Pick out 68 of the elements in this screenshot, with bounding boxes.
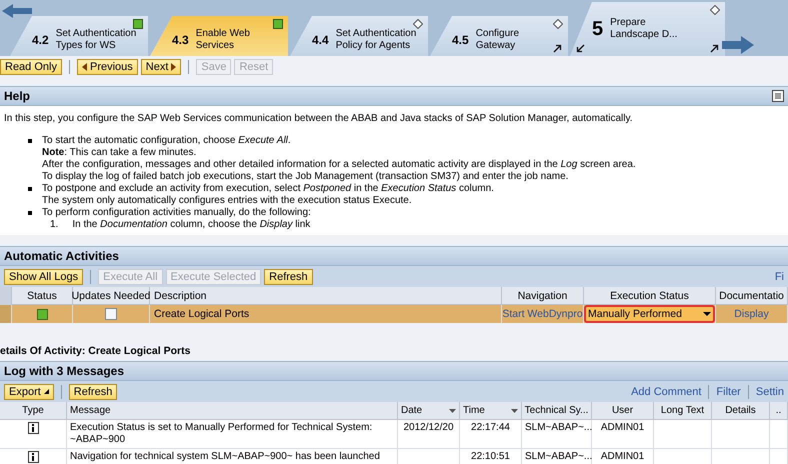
column-header: Description [150,287,502,305]
step-number: 1. [50,219,58,231]
column-header: Technical Sy... [522,402,592,420]
column-header: Navigation [502,287,584,305]
help-text: After the configuration, messages and other detailed information for a selected automatic activity are displayed in the Log screen area. [42,159,636,171]
dropdown-caret-icon [703,312,711,316]
next-button[interactable]: Next [140,59,182,75]
table-cell: Create Logical Ports [150,305,502,323]
empty-cell [654,420,712,449]
table-cell: SLM~ABAP~... [522,420,592,449]
status-dropdown[interactable]: Manually Performed [584,305,715,323]
table-cell: Execution Status is set to Manually Performed for Technical System: ~ABAP~900 [67,420,398,449]
panel-title: Automatic Activities [4,249,119,263]
table-cell: ADMIN01 [592,420,654,449]
column-header: .. [770,402,788,420]
column-header: Type [0,402,67,420]
bullet-icon [28,211,32,215]
toolbar-button[interactable]: Refresh [68,384,118,400]
table-cell: Navigation for technical system SLM~ABAP~900~ has been launched [67,449,398,464]
row-selector[interactable] [0,305,12,323]
help-text: In this step, you configure the SAP Web Services communication between the ABAB and Java stacks of SAP Solution Manager, automatically. [4,113,634,125]
toolbar-button[interactable]: Read Only [0,59,62,75]
info-icon [28,422,38,434]
back-arrow-icon[interactable] [2,4,32,18]
help-text: Note: This can take a few minutes. [42,147,198,159]
column-header: Message [67,402,398,420]
column-header: Documentatio [716,287,788,305]
column-header: Updates Needed [73,287,150,305]
document-icon [772,90,784,102]
help-text: The system only automatically configures entries with the execution status Execute. [42,195,413,207]
table-cell: ADMIN01 [592,449,654,464]
column-title: Time [463,405,485,416]
toolbar-button[interactable]: Show All Logs [4,268,84,284]
column-title: Date [401,405,422,416]
checkbox[interactable] [105,308,117,320]
section-title: etails Of Activity: Create Logical Ports [0,344,192,357]
caret-icon [171,63,176,71]
table-cell: 2012/12/20 [398,420,460,449]
bullet-icon [28,187,32,191]
help-text: To perform configuration activities manually, do the following: [42,207,311,219]
info-icon [28,451,38,463]
column-header: Long Text [654,402,712,420]
column-header: Execution Status [584,287,716,305]
toolbar-link[interactable]: Filter [716,386,741,398]
toolbar-link[interactable]: Add Comment [631,386,702,398]
toolbar-button[interactable]: Refresh [264,268,313,284]
table-cell: SLM~ABAP~... [522,449,592,464]
previous-button[interactable]: Previous [76,59,138,75]
help-text: In the Documentation column, choose the Display link [72,219,310,231]
help-text: To postpone and exclude an activity from execution, select Postponed in the Execution Status column. [42,183,494,195]
column-header: Details [712,402,770,420]
column-header: Status [12,287,73,305]
select-all-cell[interactable] [0,287,12,305]
column-header: User [592,402,654,420]
toolbar-link[interactable]: Settin [756,386,784,398]
caret-icon [44,389,49,394]
panel-title: Help [4,89,30,103]
caret-icon [82,63,87,71]
panel-title: Log with 3 Messages [4,364,124,378]
empty-cell [712,420,770,449]
table-cell: 22:17:44 [460,420,522,449]
partial-link[interactable]: Fi [774,270,784,282]
bullet-icon [28,139,32,143]
export-menu-button[interactable]: Export [4,384,54,400]
forward-arrow-icon[interactable] [722,36,754,54]
table-cell: 22:10:51 [460,449,522,464]
help-text: To start the automatic configuration, choose Execute All. [42,135,292,147]
help-text: To display the log of failed batch job executions, start the Job Management (transaction SM37) and enter the job name. [42,171,570,183]
